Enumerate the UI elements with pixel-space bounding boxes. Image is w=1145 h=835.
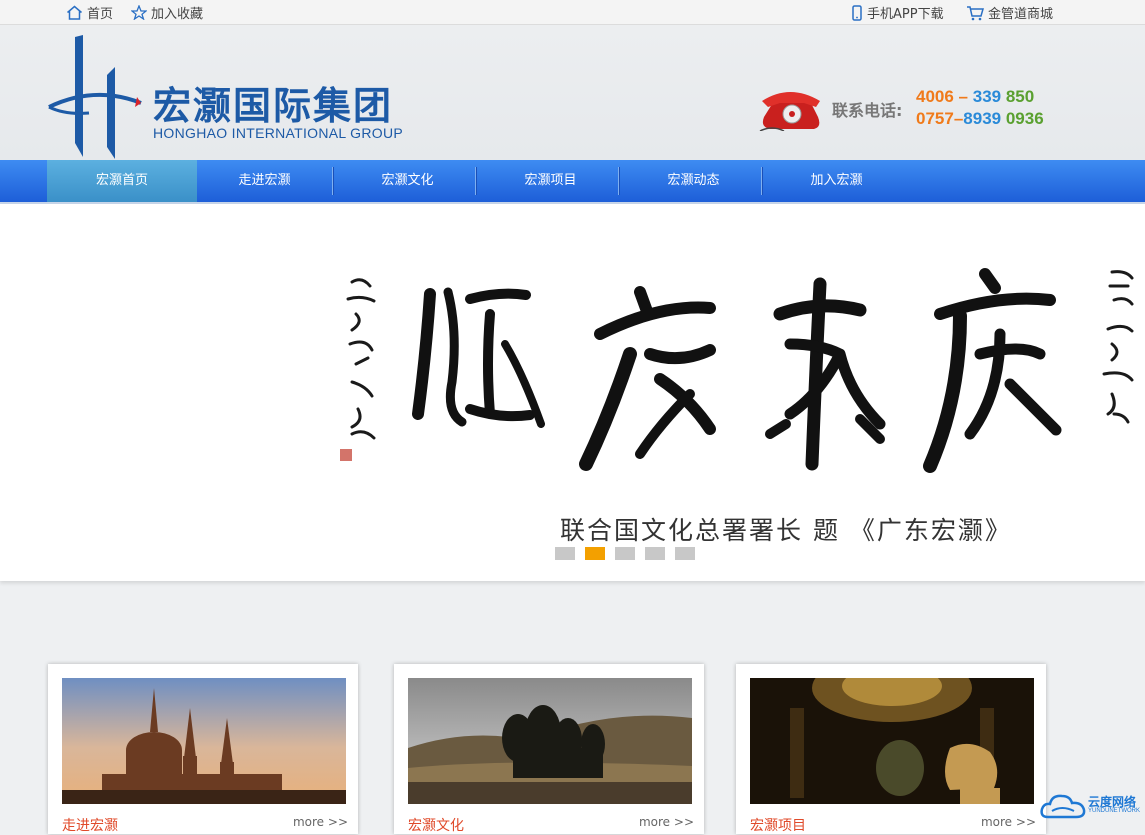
mall-link[interactable]: 金管道商城 [966,3,1053,22]
top-bar: 首页 加入收藏 手机APP下载 金管道商城 [0,0,1145,25]
more-link[interactable]: more >> [293,815,348,829]
slide-dot-4[interactable] [645,547,665,560]
mall-label: 金管道商城 [988,7,1054,22]
phone-number-1: 4006 – 339 850 [916,87,1035,106]
feature-card-culture[interactable]: 宏灏文化 more >> [394,664,704,834]
slide-dot-2[interactable] [585,547,605,560]
logo-english-name: HONGHAO INTERNATIONAL GROUP [153,125,404,141]
banner-caption: 联合国文化总署署长 题 《广东宏灏》 [560,516,1012,545]
more-link[interactable]: more >> [639,815,694,829]
nav-divider [618,167,620,195]
badge-subtitle: YUNDUNETWORK [1088,808,1140,814]
phone-number-2: 0757–8939 0936 [916,109,1044,128]
card-title[interactable]: 宏灏文化 [408,815,464,835]
hero-banner[interactable]: 联合国文化总署署长 题 《广东宏灏》 [0,204,1145,581]
slide-dot-3[interactable] [615,547,635,560]
nav-item-news[interactable]: 宏灏动态 [622,160,765,202]
provider-badge[interactable]: 云度网络 YUNDUNETWORK [1040,789,1145,822]
app-download-label: 手机APP下载 [867,7,944,22]
company-logo[interactable]: 宏灏国际集团 HONGHAO INTERNATIONAL GROUP [45,35,410,160]
home-link[interactable]: 首页 [66,3,113,22]
phone-label: 联系电话: [832,101,903,120]
slide-dot-1[interactable] [555,547,575,560]
add-favorite-label: 加入收藏 [151,7,204,22]
nav-item-culture[interactable]: 宏灏文化 [336,160,479,202]
app-download-link[interactable]: 手机APP下载 [851,3,944,22]
home-icon [67,5,82,20]
card-title[interactable]: 走进宏灏 [62,815,118,835]
star-icon [131,5,147,20]
telephone-icon [759,92,820,131]
card-title[interactable]: 宏灏项目 [750,815,806,835]
nav-item-home[interactable]: 宏灏首页 [47,160,197,202]
home-link-label: 首页 [87,7,114,22]
contact-phone: 联系电话: 4006 – 339 850 0757–8939 0936 [758,87,1058,135]
logo-mark-icon [48,35,142,159]
header: 宏灏国际集团 HONGHAO INTERNATIONAL GROUP 联系电话:… [0,25,1145,160]
cloud-icon [1040,794,1086,819]
cart-icon [967,5,984,20]
cathedral-image[interactable] [62,678,346,804]
nav-item-projects[interactable]: 宏灏项目 [479,160,622,202]
slide-dot-5[interactable] [675,547,695,560]
nav-divider [761,167,763,195]
add-favorite-link[interactable]: 加入收藏 [131,3,203,22]
feature-card-projects[interactable]: 宏灏项目 more >> [736,664,1046,834]
feature-card-about[interactable]: 走进宏灏 more >> [48,664,358,834]
nav-divider [475,167,477,195]
logo-chinese-name: 宏灏国际集团 [153,84,394,128]
mobile-phone-icon [852,4,862,21]
landscape-image[interactable] [408,678,692,804]
basilica-image[interactable] [750,678,1034,804]
nav-divider [332,167,334,195]
main-nav: 宏灏首页 走进宏灏 宏灏文化 宏灏项目 宏灏动态 加入宏灏 [0,160,1145,204]
more-link[interactable]: more >> [981,815,1036,829]
slider-dots [555,547,695,560]
nav-item-join[interactable]: 加入宏灏 [765,160,908,202]
calligraphy-artwork [340,268,1134,473]
nav-item-about[interactable]: 走进宏灏 [193,160,336,202]
